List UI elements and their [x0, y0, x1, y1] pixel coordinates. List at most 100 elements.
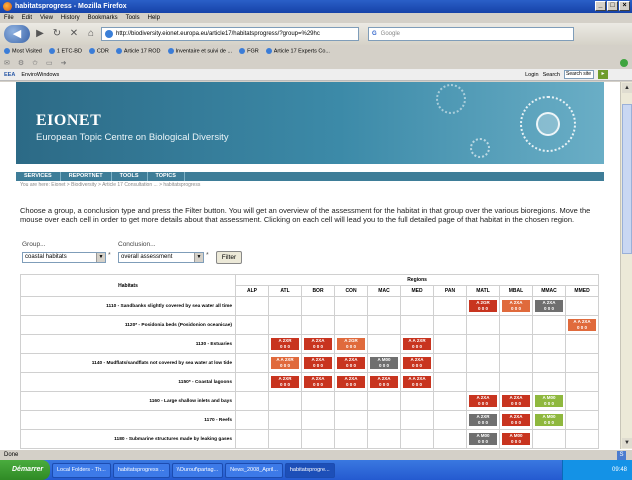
- bookmark-item[interactable]: CDR: [88, 47, 109, 54]
- maximize-button[interactable]: □: [607, 1, 618, 11]
- assessment-cell-mmac[interactable]: A 2XA 0 0 0: [532, 296, 566, 316]
- url-bar[interactable]: http://biodiversity.eionet.europa.eu/art…: [101, 27, 359, 41]
- tab-tools[interactable]: TOOLS: [112, 172, 148, 181]
- home-icon[interactable]: ⌂: [84, 27, 98, 41]
- tab-reportnet[interactable]: REPORTNET: [61, 172, 112, 181]
- assessment-cell-bor[interactable]: A 2XA 0 0 0: [301, 334, 335, 354]
- assessment-cell-atl[interactable]: A 2XR 0 0 0: [268, 372, 302, 392]
- empty-cell: [499, 372, 533, 392]
- forward-icon[interactable]: ▶: [33, 27, 47, 41]
- reload-icon[interactable]: ↻: [50, 27, 64, 41]
- taskbar-item[interactable]: News_2008_April...: [225, 462, 283, 478]
- bookmark-label: Most Visited: [12, 48, 42, 55]
- scroll-up-icon[interactable]: ▲: [622, 83, 632, 93]
- assessment-cell-atl[interactable]: A A 2XR 0 0 0: [268, 353, 302, 373]
- bookmark-item[interactable]: Most Visited: [4, 47, 42, 55]
- assessment-cell-mmed[interactable]: A A 2XA 0 0 0: [564, 315, 600, 335]
- site-search-go-button[interactable]: ▸: [598, 70, 608, 79]
- assessment-cell-mac[interactable]: A M00 0 0 0: [367, 353, 401, 373]
- empty-cell: [433, 372, 467, 392]
- assessment-sub: 0 0 0: [312, 382, 323, 387]
- menu-history[interactable]: History: [61, 15, 80, 21]
- assessment-cell-mmac[interactable]: A M00 0 0 0: [532, 391, 566, 411]
- tools-icon[interactable]: ⚙: [18, 59, 24, 67]
- search-placeholder: Google: [380, 31, 401, 37]
- habitat-name[interactable]: 1110 - Sandbanks slightly covered by sea…: [20, 296, 236, 316]
- assessment-cell-con[interactable]: A 2XA 0 0 0: [334, 353, 368, 373]
- assessment-cell-matl[interactable]: A 2XA 0 0 0: [466, 391, 500, 411]
- close-button[interactable]: ×: [619, 1, 630, 11]
- habitat-name[interactable]: 1180 - Submarine structures made by leak…: [20, 429, 236, 449]
- tab-topics[interactable]: TOPICS: [148, 172, 185, 181]
- assessment-sub: 0 0 0: [279, 344, 290, 349]
- bookmark-item[interactable]: FGR: [239, 47, 259, 54]
- taskbar-item[interactable]: \\Ourouf\partag...: [171, 462, 224, 478]
- banner-title[interactable]: EIONET: [36, 112, 101, 130]
- taskbar-item[interactable]: Local Folders - Th...: [52, 462, 111, 478]
- habitat-name[interactable]: 1130 - Estuaries: [20, 334, 236, 354]
- window-title: habitatsprogress - Mozilla Firefox: [15, 3, 127, 10]
- assessment-cell-mmac[interactable]: A M00 0 0 0: [532, 410, 566, 430]
- google-icon: G: [372, 31, 377, 37]
- group-select[interactable]: coastal habitats ▼: [22, 252, 106, 263]
- start-button[interactable]: Démarrer: [0, 460, 50, 480]
- habitat-name[interactable]: 1160 - Large shallow inlets and bays: [20, 391, 236, 411]
- scroll-thumb[interactable]: [622, 104, 632, 254]
- assessment-cell-matl[interactable]: A M00 0 0 0: [466, 429, 500, 449]
- taskbar-item-active[interactable]: habitatsprogre...: [284, 462, 335, 478]
- gmail-icon[interactable]: ✉: [4, 59, 10, 67]
- minimize-button[interactable]: _: [595, 1, 606, 11]
- assessment-cell-bor[interactable]: A 2XA 0 0 0: [301, 372, 335, 392]
- taskbar-item[interactable]: habitatsprogress ...: [112, 462, 170, 478]
- assessment-badge: A 2GR 0 0 0: [337, 338, 365, 350]
- assessment-cell-mbal[interactable]: A 2XA 0 0 0: [499, 296, 533, 316]
- page-scrollbar[interactable]: ▲ ▼: [620, 82, 632, 449]
- arrow-icon[interactable]: ➜: [61, 59, 67, 67]
- bookmark-item[interactable]: 1 ETC-BD: [48, 47, 82, 54]
- assessment-cell-med[interactable]: A 2XA 0 0 0: [400, 353, 434, 373]
- menu-help[interactable]: Help: [148, 15, 160, 21]
- scroll-down-icon[interactable]: ▼: [622, 438, 632, 448]
- habitat-name[interactable]: 1170 - Reefs: [20, 410, 236, 430]
- eea-logo[interactable]: EEA: [4, 72, 15, 78]
- bookmark-item[interactable]: Inventaire et suivi de ...: [167, 47, 232, 54]
- addon-status-icon[interactable]: S: [617, 451, 626, 460]
- chevron-down-icon[interactable]: ▼: [96, 253, 105, 262]
- menu-bar: File Edit View History Bookmarks Tools H…: [0, 13, 632, 23]
- assessment-cell-mbal[interactable]: A 2XA 0 0 0: [499, 391, 533, 411]
- assessment-cell-med[interactable]: A A 2XR 0 0 0: [400, 334, 434, 354]
- page-icon[interactable]: ▭: [46, 59, 53, 67]
- assessment-cell-med[interactable]: A A 2XA 0 0 0: [400, 372, 434, 392]
- menu-file[interactable]: File: [4, 15, 14, 21]
- login-link[interactable]: Login: [525, 72, 538, 78]
- habitat-name[interactable]: 1150* - Coastal lagoons: [20, 372, 236, 392]
- envirowindows-link[interactable]: EnviroWindows: [21, 72, 59, 78]
- menu-edit[interactable]: Edit: [22, 15, 32, 21]
- chevron-down-icon[interactable]: ▼: [194, 253, 203, 262]
- assessment-cell-matl[interactable]: A 2XR 0 0 0: [466, 410, 500, 430]
- tab-services[interactable]: SERVICES: [16, 172, 61, 181]
- assessment-cell-mbal[interactable]: A M00 0 0 0: [499, 429, 533, 449]
- assessment-cell-con[interactable]: A 2XA 0 0 0: [334, 372, 368, 392]
- assessment-cell-con[interactable]: A 2GR 0 0 0: [334, 334, 368, 354]
- assessment-cell-matl[interactable]: A 2GR 0 0 0: [466, 296, 500, 316]
- assessment-cell-bor[interactable]: A 2XA 0 0 0: [301, 353, 335, 373]
- conclusion-select[interactable]: overall assessment ▼: [118, 252, 204, 263]
- habitat-name[interactable]: 1120* - Posidonia beds (Posidonion ocean…: [20, 315, 236, 335]
- search-bar[interactable]: G Google: [368, 27, 574, 41]
- menu-view[interactable]: View: [40, 15, 53, 21]
- assessment-cell-mbal[interactable]: A 2XA 0 0 0: [499, 410, 533, 430]
- menu-bookmarks[interactable]: Bookmarks: [88, 15, 118, 21]
- bookmark-item[interactable]: Article 17 Experts Co...: [265, 47, 330, 54]
- assessment-cell-mac[interactable]: A 2XA 0 0 0: [367, 372, 401, 392]
- bookmark-star-icon[interactable]: ✩: [32, 59, 38, 67]
- bookmark-item[interactable]: Article 17 ROD: [115, 47, 161, 54]
- habitat-name[interactable]: 1140 - Mudflats/sandflats not covered by…: [20, 353, 236, 373]
- back-button[interactable]: ◀: [4, 25, 30, 43]
- site-search-input[interactable]: Search site: [564, 70, 594, 79]
- stop-icon[interactable]: ✕: [67, 27, 81, 41]
- menu-tools[interactable]: Tools: [126, 15, 140, 21]
- empty-cell: [235, 296, 269, 316]
- filter-button[interactable]: Filter: [216, 251, 242, 264]
- assessment-cell-atl[interactable]: A 2XR 0 0 0: [268, 334, 302, 354]
